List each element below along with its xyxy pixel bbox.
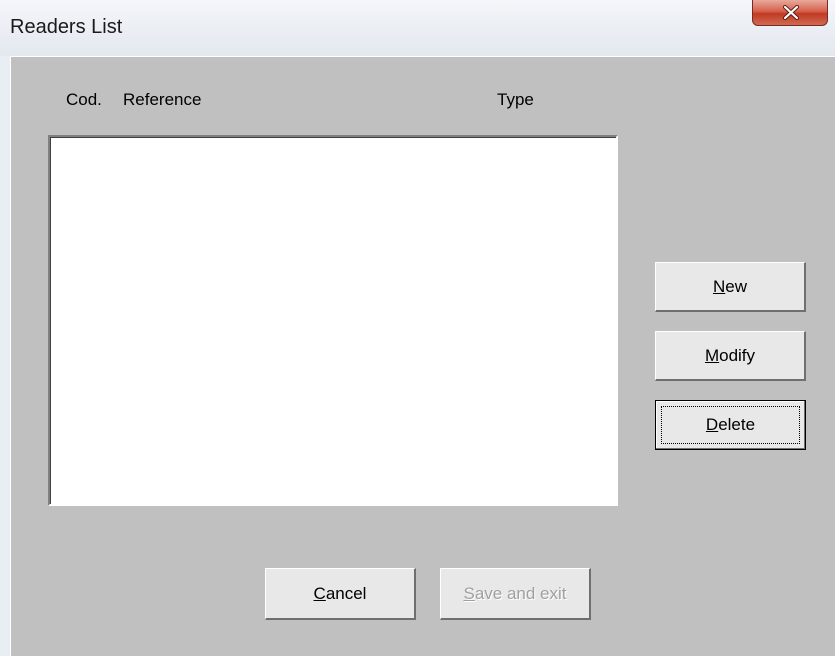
- focus-ring: [661, 406, 800, 444]
- modify-button[interactable]: Modify: [655, 331, 806, 381]
- new-button[interactable]: New: [655, 262, 806, 312]
- modify-button-label: odify: [719, 345, 756, 365]
- title-bar[interactable]: Readers List: [0, 0, 835, 56]
- column-header-cod: Cod.: [66, 90, 102, 109]
- column-header-type: Type: [497, 90, 534, 109]
- new-button-label: ew: [725, 276, 747, 296]
- close-button[interactable]: [752, 0, 828, 26]
- column-header-reference: Reference: [123, 90, 202, 109]
- cancel-button-mnemonic: C: [313, 583, 326, 603]
- modify-button-mnemonic: M: [704, 345, 720, 365]
- new-button-mnemonic: N: [712, 276, 726, 296]
- save-and-exit-button[interactable]: Save and exit: [440, 568, 591, 620]
- window-title: Readers List: [10, 16, 123, 38]
- save-and-exit-button-label: ave and exit: [474, 583, 567, 603]
- readers-list-window: Readers List Cod. Reference Type New Mod…: [0, 0, 835, 656]
- cancel-button[interactable]: Cancel: [265, 568, 416, 620]
- cancel-button-label: ancel: [325, 583, 367, 603]
- delete-button[interactable]: Delete: [655, 400, 806, 450]
- readers-listbox[interactable]: [48, 135, 618, 506]
- close-icon: [783, 5, 799, 20]
- save-and-exit-button-mnemonic: S: [463, 583, 475, 603]
